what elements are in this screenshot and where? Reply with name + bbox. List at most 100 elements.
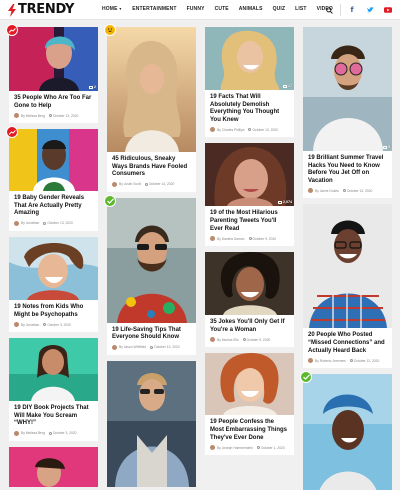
post-thumbnail[interactable] bbox=[9, 446, 98, 487]
post-thumbnail[interactable] bbox=[303, 374, 392, 490]
post-card[interactable]: 19 Notes from Kids Who Might be Psychopa… bbox=[9, 236, 98, 333]
post-author[interactable]: By Melissa Berg bbox=[21, 431, 45, 435]
post-card[interactable]: 45 Ridiculous, Sneaky Ways Brands Have F… bbox=[104, 24, 196, 192]
post-title[interactable]: 19 Facts That Will Absolutely Demolish E… bbox=[205, 90, 294, 126]
avatar bbox=[210, 337, 215, 343]
post-title[interactable]: 19 Life-Saving Tips That Everyone Should… bbox=[107, 323, 196, 344]
nav-item-funny[interactable]: FUNNY bbox=[187, 6, 205, 12]
avatar bbox=[112, 181, 117, 187]
post-title[interactable]: 45 Ridiculous, Sneaky Ways Brands Have F… bbox=[107, 152, 196, 181]
nav-item-home[interactable]: HOME ▼ bbox=[102, 6, 122, 12]
post-date: October 13, 2020 bbox=[346, 188, 373, 193]
post-title[interactable]: 19 of the Most Hilarious Parenting Tweet… bbox=[205, 206, 294, 235]
post-thumbnail[interactable] bbox=[107, 360, 196, 487]
post-thumbnail[interactable] bbox=[9, 236, 98, 300]
post-card[interactable] bbox=[9, 446, 98, 487]
clock-icon bbox=[248, 237, 252, 241]
post-date: October 13, 2020 bbox=[52, 113, 79, 118]
post-author[interactable]: By Jonathan bbox=[21, 221, 39, 225]
post-author[interactable]: By Monica Ells bbox=[217, 338, 239, 342]
search-icon[interactable] bbox=[322, 3, 336, 17]
post-thumbnail[interactable]: 2 bbox=[9, 27, 98, 91]
site-header: TRENDY HOME ▼ ENTERTAINMENT FUNNY CUTE AN… bbox=[0, 0, 400, 20]
post-card[interactable]: 19 DIY Book Projects That Will Make You … bbox=[9, 338, 98, 441]
twitter-icon[interactable] bbox=[363, 3, 377, 17]
post-author[interactable]: By Daniela Damon bbox=[217, 237, 245, 241]
post-card[interactable] bbox=[300, 371, 392, 490]
post-meta: By Jamie Dukes October 13, 2020 bbox=[303, 187, 392, 198]
nav-item-quiz[interactable]: QUIZ bbox=[273, 6, 286, 12]
post-meta: By Joseph Hammerstein October 1, 2020 bbox=[205, 444, 294, 455]
feed-column-1: 2 35 People Who Are Too Far Gone to Help… bbox=[6, 24, 98, 490]
facebook-icon[interactable]: f bbox=[345, 3, 359, 17]
post-author[interactable]: By Jamie Dukes bbox=[315, 189, 339, 193]
post-title[interactable]: 35 People Who Are Too Far Gone to Help bbox=[9, 91, 98, 112]
post-card[interactable]: 19 People Confess the Most Embarrassing … bbox=[205, 353, 294, 456]
post-title[interactable]: 20 People Who Posted “Missed Connections… bbox=[303, 328, 392, 357]
post-author[interactable]: By Jason Whitfield bbox=[119, 345, 146, 349]
avatar bbox=[210, 127, 215, 133]
avatar bbox=[112, 344, 117, 350]
post-author[interactable]: By Jonathan bbox=[21, 323, 39, 327]
avatar bbox=[210, 236, 215, 242]
post-date: October 12, 2020 bbox=[353, 358, 380, 363]
post-card[interactable]: 17 19 Facts That Will Absolutely Demolis… bbox=[205, 27, 294, 138]
post-card[interactable]: 19 Life-Saving Tips That Everyone Should… bbox=[104, 194, 196, 355]
clock-icon bbox=[256, 446, 260, 450]
post-title[interactable]: 35 Jokes You'll Only Get If You're a Wom… bbox=[205, 315, 294, 336]
post-card[interactable]: 19 Baby Gender Reveals That Are Actually… bbox=[6, 126, 98, 231]
clock-icon bbox=[150, 345, 154, 349]
grin-icon bbox=[104, 24, 116, 36]
camera-icon bbox=[278, 200, 282, 204]
post-thumbnail[interactable]: 5 bbox=[303, 27, 392, 151]
post-thumbnail[interactable] bbox=[107, 27, 196, 152]
site-logo[interactable]: TRENDY bbox=[7, 3, 74, 17]
post-author[interactable]: By Charles Phillips bbox=[217, 128, 244, 132]
camera-icon bbox=[89, 85, 93, 89]
post-meta: By Monica Ells October 5, 2020 bbox=[205, 336, 294, 347]
post-author[interactable]: By Melissa Berg bbox=[21, 114, 45, 118]
post-thumbnail[interactable] bbox=[205, 252, 294, 316]
post-date: October 13, 2020 bbox=[252, 127, 278, 132]
post-meta: By Charles Phillips October 13, 2020 bbox=[205, 126, 294, 137]
post-author[interactable]: By Justin Scott bbox=[119, 182, 141, 186]
check-icon bbox=[104, 194, 116, 207]
nav-item-list[interactable]: LIST bbox=[295, 6, 306, 12]
post-title[interactable]: 19 Baby Gender Reveals That Are Actually… bbox=[9, 191, 98, 220]
post-title[interactable]: 19 People Confess the Most Embarrassing … bbox=[205, 415, 294, 444]
post-card[interactable]: 2 35 People Who Are Too Far Gone to Help… bbox=[6, 24, 98, 124]
post-title[interactable]: 19 DIY Book Projects That Will Make You … bbox=[9, 401, 98, 430]
post-date: October 12, 2020 bbox=[154, 345, 180, 350]
post-card[interactable]: 35 Jokes You'll Only Get If You're a Wom… bbox=[205, 252, 294, 348]
post-card[interactable]: 20 People Who Posted “Missed Connections… bbox=[303, 204, 392, 369]
lightning-icon bbox=[8, 3, 16, 17]
post-thumbnail[interactable] bbox=[107, 197, 196, 323]
avatar bbox=[308, 358, 313, 364]
post-thumbnail[interactable]: 2,074 bbox=[205, 143, 294, 207]
post-thumbnail[interactable] bbox=[303, 204, 392, 329]
nav-item-animals[interactable]: ANIMALS bbox=[239, 6, 263, 12]
post-meta: By Justin Scott October 14, 2020 bbox=[107, 181, 196, 192]
post-title[interactable]: 19 Notes from Kids Who Might be Psychopa… bbox=[9, 300, 98, 321]
gallery-count: 2,074 bbox=[278, 200, 292, 204]
post-thumbnail[interactable]: 17 bbox=[205, 27, 294, 90]
trending-up-icon bbox=[6, 24, 18, 36]
post-card[interactable] bbox=[107, 360, 196, 487]
post-meta: By Jason Whitfield October 12, 2020 bbox=[107, 344, 196, 355]
post-title[interactable]: 19 Brilliant Summer Travel Hacks You Nee… bbox=[303, 151, 392, 187]
post-card[interactable]: 5 19 Brilliant Summer Travel Hacks You N… bbox=[303, 27, 392, 199]
youtube-icon[interactable] bbox=[381, 3, 395, 17]
post-author[interactable]: By Roberto Jeremies bbox=[315, 359, 346, 363]
post-author[interactable]: By Joseph Hammerstein bbox=[217, 446, 253, 450]
nav-item-entertainment[interactable]: ENTERTAINMENT bbox=[132, 6, 176, 12]
post-date: October 5, 2020 bbox=[246, 337, 271, 342]
clock-icon bbox=[144, 182, 148, 186]
post-date: October 3, 2020 bbox=[52, 431, 77, 436]
post-thumbnail[interactable] bbox=[9, 338, 98, 402]
post-card[interactable]: 2,074 19 of the Most Hilarious Parenting… bbox=[205, 143, 294, 247]
post-meta: By Jonathan October 3, 2020 bbox=[9, 321, 98, 332]
post-thumbnail[interactable] bbox=[205, 353, 294, 416]
post-thumbnail[interactable] bbox=[9, 129, 98, 192]
post-date: October 1, 2020 bbox=[260, 445, 285, 450]
nav-item-cute[interactable]: CUTE bbox=[215, 6, 229, 12]
